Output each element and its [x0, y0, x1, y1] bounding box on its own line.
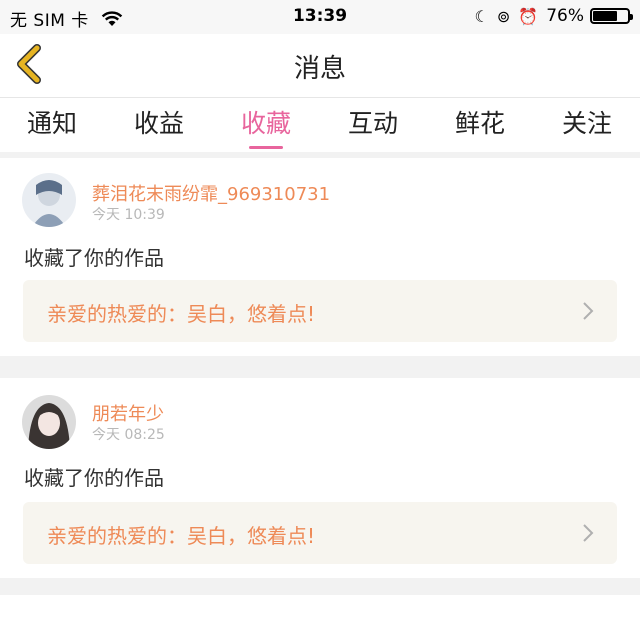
alarm-icon: ⏰ — [518, 6, 539, 26]
avatar[interactable] — [22, 173, 76, 227]
message-card: 葬泪花末雨纷霏_969310731 今天 10:39 收藏了你的作品 亲爱的热爱… — [0, 158, 640, 356]
tab-active-indicator — [249, 146, 283, 149]
message-card — [0, 595, 640, 619]
battery-fill — [593, 11, 618, 21]
message-text: 收藏了你的作品 — [24, 466, 164, 490]
avatar[interactable] — [22, 395, 76, 449]
sender-name[interactable]: 葬泪花末雨纷霏_969310731 — [92, 180, 330, 206]
message-time: 今天 08:25 — [92, 427, 165, 443]
battery-icon — [590, 8, 633, 24]
chevron-right-icon — [583, 302, 594, 320]
tab-notifications[interactable]: 通知 — [12, 104, 92, 140]
tab-earnings[interactable]: 收益 — [119, 104, 199, 140]
work-title: 亲爱的热爱的：吴白，悠着点! — [47, 524, 316, 548]
nav-bar: 消息 — [0, 34, 640, 98]
moon-icon: ☾ — [474, 6, 489, 26]
chevron-right-icon — [583, 524, 594, 542]
tab-favorites[interactable]: 收藏 — [226, 104, 306, 149]
avatar-image — [22, 173, 76, 227]
orientation-lock-icon: ⊚ — [496, 6, 511, 26]
work-link[interactable]: 亲爱的热爱的：吴白，悠着点! — [23, 502, 617, 564]
status-bar: 无 SIM 卡 13:39 ☾ ⊚ ⏰ 76% — [0, 0, 640, 34]
work-title: 亲爱的热爱的：吴白，悠着点! — [47, 302, 316, 326]
tab-favorites-label: 收藏 — [240, 109, 291, 138]
work-link[interactable]: 亲爱的热爱的：吴白，悠着点! — [23, 280, 617, 342]
message-card: 朋若年少 今天 08:25 收藏了你的作品 亲爱的热爱的：吴白，悠着点! — [0, 378, 640, 578]
tab-flowers[interactable]: 鲜花 — [440, 104, 520, 140]
avatar-image — [22, 395, 76, 449]
tab-bar: 通知 收益 收藏 互动 鲜花 关注 — [0, 98, 640, 152]
battery-percent: 76% — [546, 6, 584, 26]
message-time: 今天 10:39 — [92, 207, 165, 223]
message-text: 收藏了你的作品 — [24, 246, 164, 270]
tab-interactions[interactable]: 互动 — [333, 104, 413, 140]
page-title: 消息 — [293, 54, 346, 84]
tab-follows[interactable]: 关注 — [547, 104, 627, 140]
sender-name[interactable]: 朋若年少 — [92, 400, 164, 426]
